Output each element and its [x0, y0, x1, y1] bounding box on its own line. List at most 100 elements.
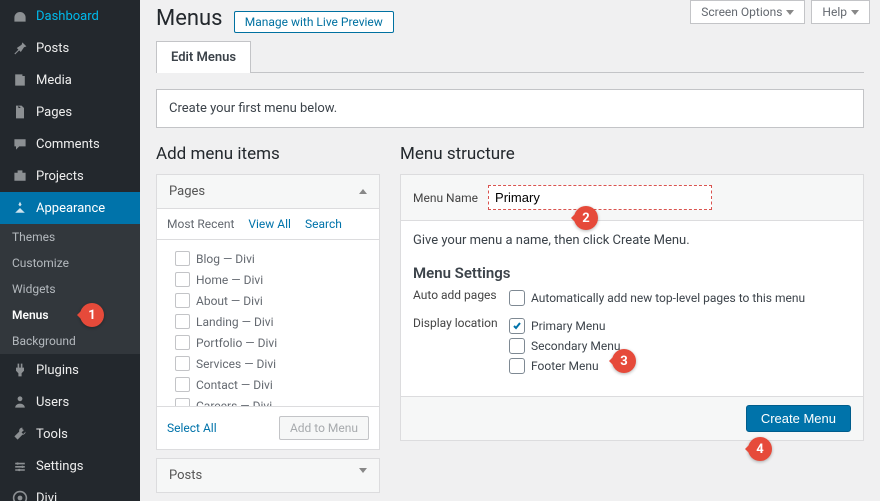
annotation-2: 2	[574, 206, 598, 230]
users-icon	[10, 394, 30, 410]
sidebar-item-settings[interactable]: Settings	[0, 450, 140, 482]
sidebar-item-label: Projects	[36, 169, 84, 184]
auto-add-pages-checkbox[interactable]	[509, 290, 525, 306]
page-item-label: Portfolio — Divi	[196, 336, 277, 350]
tab-edit-menus[interactable]: Edit Menus	[156, 41, 251, 73]
sidebar-item-posts[interactable]: Posts	[0, 32, 140, 64]
portfolio-icon	[10, 168, 30, 184]
sidebar-item-divi[interactable]: Divi	[0, 482, 140, 501]
page-item-label: Careers — Divi	[196, 399, 272, 407]
sidebar-item-label: Settings	[36, 459, 83, 474]
location-checkbox[interactable]	[509, 358, 525, 374]
tools-icon	[10, 426, 30, 442]
page-item-label: About — Divi	[196, 294, 263, 308]
page-item[interactable]: Contact — Divi	[175, 374, 373, 395]
page-item[interactable]: Blog — Divi	[175, 248, 373, 269]
subtab-view-all[interactable]: View All	[248, 217, 291, 231]
sidebar-sub-background[interactable]: Background	[0, 328, 140, 354]
admin-sidebar: Dashboard Posts Media Pages Comments Projects…	[0, 0, 140, 501]
sidebar-item-appearance[interactable]: Appearance	[0, 192, 140, 224]
location-checkbox[interactable]	[509, 318, 525, 334]
sidebar-item-projects[interactable]: Projects	[0, 160, 140, 192]
sidebar-item-label: Dashboard	[36, 9, 99, 24]
page-checkbox[interactable]	[175, 335, 190, 350]
sidebar-item-label: Appearance	[36, 201, 105, 216]
page-item[interactable]: Portfolio — Divi	[175, 332, 373, 353]
sidebar-item-label: Tools	[36, 427, 68, 442]
page-item[interactable]: Careers — Divi	[175, 395, 373, 406]
accordion-pages: Pages Most Recent View All Search Blog —…	[156, 174, 380, 450]
page-item-label: Blog — Divi	[196, 252, 255, 266]
page-checkbox[interactable]	[175, 314, 190, 329]
sidebar-sub-customize[interactable]: Customize	[0, 250, 140, 276]
subtab-search[interactable]: Search	[305, 217, 342, 231]
pages-icon	[10, 104, 30, 120]
menu-name-input[interactable]	[488, 185, 712, 210]
add-to-menu-button[interactable]: Add to Menu	[279, 416, 369, 440]
divi-icon	[10, 490, 30, 501]
sidebar-item-plugins[interactable]: Plugins	[0, 354, 140, 386]
accordion-posts-toggle[interactable]: Posts	[156, 458, 380, 493]
notice-create-first-menu: Create your first menu below.	[156, 89, 864, 128]
sidebar-item-label: Posts	[36, 41, 69, 56]
display-location-label: Display location	[413, 316, 509, 376]
sidebar-item-label: Media	[36, 73, 72, 88]
select-all-link[interactable]: Select All	[167, 421, 217, 435]
dashboard-icon	[10, 8, 30, 24]
page-checkbox[interactable]	[175, 272, 190, 287]
subtab-most-recent[interactable]: Most Recent	[167, 217, 234, 231]
sidebar-item-media[interactable]: Media	[0, 64, 140, 96]
page-checkbox[interactable]	[175, 356, 190, 371]
page-item-label: Contact — Divi	[196, 378, 273, 392]
plugins-icon	[10, 362, 30, 378]
sidebar-item-pages[interactable]: Pages	[0, 96, 140, 128]
location-label: Secondary Menu	[531, 339, 620, 353]
page-title: Menus	[156, 6, 223, 31]
page-item[interactable]: Services — Divi	[175, 353, 373, 374]
menu-name-label: Menu Name	[413, 191, 478, 205]
sidebar-item-users[interactable]: Users	[0, 386, 140, 418]
location-label: Footer Menu	[531, 359, 599, 373]
sidebar-sub-widgets[interactable]: Widgets	[0, 276, 140, 302]
comments-icon	[10, 136, 30, 152]
location-checkbox[interactable]	[509, 338, 525, 354]
chevron-down-icon	[359, 468, 367, 473]
help-button[interactable]: Help	[811, 0, 870, 24]
page-item[interactable]: Home — Divi	[175, 269, 373, 290]
sidebar-item-dashboard[interactable]: Dashboard	[0, 0, 140, 32]
appearance-icon	[10, 200, 30, 216]
page-checkbox[interactable]	[175, 293, 190, 308]
annotation-4: 4	[748, 437, 772, 461]
chevron-down-icon	[786, 10, 794, 15]
page-checkbox[interactable]	[175, 377, 190, 392]
page-item[interactable]: About — Divi	[175, 290, 373, 311]
location-label: Primary Menu	[531, 319, 606, 333]
auto-add-pages-option: Automatically add new top-level pages to…	[531, 291, 805, 305]
accordion-pages-toggle[interactable]: Pages	[157, 175, 379, 208]
annotation-1: 1	[80, 303, 104, 327]
page-item-label: Services — Divi	[196, 357, 276, 371]
annotation-3: 3	[612, 349, 636, 373]
page-item[interactable]: Landing — Divi	[175, 311, 373, 332]
sidebar-item-comments[interactable]: Comments	[0, 128, 140, 160]
menu-name-hint: Give your menu a name, then click Create…	[413, 233, 851, 248]
settings-icon	[10, 458, 30, 474]
pin-icon	[10, 40, 30, 56]
screen-options-button[interactable]: Screen Options	[690, 0, 805, 24]
manage-live-preview-button[interactable]: Manage with Live Preview	[234, 11, 394, 33]
add-menu-items-heading: Add menu items	[156, 144, 380, 164]
create-menu-button[interactable]: Create Menu	[746, 405, 851, 432]
menu-structure-heading: Menu structure	[400, 144, 864, 164]
auto-add-pages-label: Auto add pages	[413, 288, 509, 308]
page-checkbox[interactable]	[175, 251, 190, 266]
sidebar-item-label: Plugins	[36, 363, 79, 378]
media-icon	[10, 72, 30, 88]
page-checkbox[interactable]	[175, 398, 190, 406]
sidebar-item-label: Users	[36, 395, 69, 410]
sidebar-item-label: Pages	[36, 105, 72, 120]
chevron-up-icon	[359, 189, 367, 194]
sidebar-sub-themes[interactable]: Themes	[0, 224, 140, 250]
page-item-label: Home — Divi	[196, 273, 263, 287]
sidebar-item-tools[interactable]: Tools	[0, 418, 140, 450]
chevron-down-icon	[851, 10, 859, 15]
